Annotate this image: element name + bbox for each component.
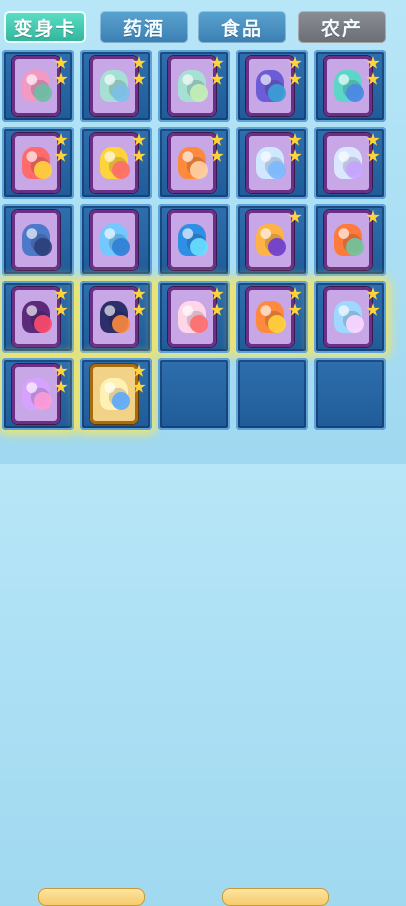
transformation-card	[12, 364, 60, 424]
tab-farm-products[interactable]: 农产	[298, 11, 386, 43]
card-art-detail	[268, 238, 286, 256]
inventory-slot-filled[interactable]	[2, 50, 74, 122]
transformation-card	[168, 210, 216, 270]
category-tabs: 变身卡 药酒 食品 农产	[0, 0, 406, 50]
inventory-slot-filled[interactable]	[158, 127, 230, 199]
transformation-card	[324, 56, 372, 116]
card-art-detail	[34, 84, 52, 102]
card-art-detail	[112, 392, 130, 410]
inventory-slot-filled[interactable]	[314, 204, 386, 276]
transformation-card	[324, 210, 372, 270]
card-art-detail	[346, 315, 364, 333]
tab-label: 食品	[220, 17, 263, 40]
transformation-card	[90, 287, 138, 347]
transformation-card	[90, 210, 138, 270]
card-art-detail	[346, 161, 364, 179]
inventory-slot-filled[interactable]	[2, 358, 74, 430]
transformation-card	[12, 133, 60, 193]
card-art-detail	[268, 315, 286, 333]
inventory-slot-filled[interactable]	[314, 281, 386, 353]
transformation-card	[90, 56, 138, 116]
card-art-detail	[34, 315, 52, 333]
tab-food[interactable]: 食品	[198, 11, 286, 43]
inventory-slot-empty[interactable]	[314, 358, 386, 430]
transformation-card	[90, 133, 138, 193]
bottom-button-left[interactable]	[38, 888, 145, 906]
card-art-detail	[190, 238, 208, 256]
transformation-card	[12, 210, 60, 270]
card-art-detail	[190, 161, 208, 179]
transformation-card	[168, 133, 216, 193]
inventory-slot-filled[interactable]	[314, 50, 386, 122]
card-art-detail	[112, 161, 130, 179]
inventory-slot-filled[interactable]	[236, 127, 308, 199]
card-art-detail	[34, 161, 52, 179]
inventory-slot-filled[interactable]	[158, 50, 230, 122]
inventory-slot-empty[interactable]	[236, 358, 308, 430]
transformation-card	[168, 56, 216, 116]
transformation-card	[90, 364, 138, 424]
card-art-detail	[112, 315, 130, 333]
tab-medicine-wine[interactable]: 药酒	[100, 11, 188, 43]
transformation-card	[168, 287, 216, 347]
card-art-detail	[268, 84, 286, 102]
card-art-detail	[190, 315, 208, 333]
inventory-grid	[0, 50, 406, 440]
transformation-card	[246, 56, 294, 116]
transformation-card	[12, 56, 60, 116]
tab-transformation-card[interactable]: 变身卡	[4, 11, 86, 43]
card-art-detail	[112, 84, 130, 102]
inventory-slot-filled[interactable]	[80, 358, 152, 430]
inventory-slot-filled[interactable]	[2, 127, 74, 199]
inventory-slot-filled[interactable]	[80, 281, 152, 353]
inventory-slot-filled[interactable]	[80, 204, 152, 276]
inventory-slot-filled[interactable]	[2, 281, 74, 353]
inventory-slot-filled[interactable]	[236, 281, 308, 353]
inventory-slot-filled[interactable]	[236, 204, 308, 276]
card-art-detail	[346, 84, 364, 102]
transformation-card	[246, 133, 294, 193]
inventory-slot-filled[interactable]	[2, 204, 74, 276]
inventory-slot-filled[interactable]	[158, 204, 230, 276]
transformation-card	[324, 133, 372, 193]
inventory-slot-filled[interactable]	[314, 127, 386, 199]
tab-label: 农产	[320, 17, 363, 40]
tab-label: 变身卡	[13, 17, 77, 40]
inventory-slot-filled[interactable]	[80, 50, 152, 122]
card-art-detail	[268, 161, 286, 179]
inventory-slot-filled[interactable]	[80, 127, 152, 199]
card-art-detail	[190, 84, 208, 102]
transformation-card	[246, 287, 294, 347]
bottom-button-right[interactable]	[222, 888, 329, 906]
inventory-slot-empty[interactable]	[158, 358, 230, 430]
inventory-slot-filled[interactable]	[158, 281, 230, 353]
card-art-detail	[34, 238, 52, 256]
tab-label: 药酒	[122, 17, 165, 40]
card-art-detail	[346, 238, 364, 256]
card-art-detail	[34, 392, 52, 410]
transformation-card	[324, 287, 372, 347]
bottom-bar	[0, 440, 406, 906]
card-art-detail	[112, 238, 130, 256]
transformation-card	[246, 210, 294, 270]
transformation-card	[12, 287, 60, 347]
inventory-slot-filled[interactable]	[236, 50, 308, 122]
